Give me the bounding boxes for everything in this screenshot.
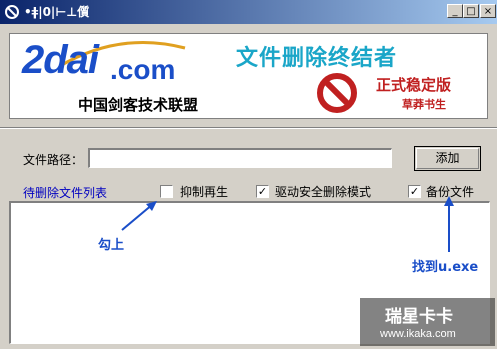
check-hint-annotation: 勾上 [98,238,125,253]
find-hint-annotation: 找到u.exe [412,260,479,275]
watermark-url: www.ikaka.com [380,328,456,340]
annotation-arrows [121,196,454,252]
watermark-text: 瑞星卡卡 [385,307,453,327]
